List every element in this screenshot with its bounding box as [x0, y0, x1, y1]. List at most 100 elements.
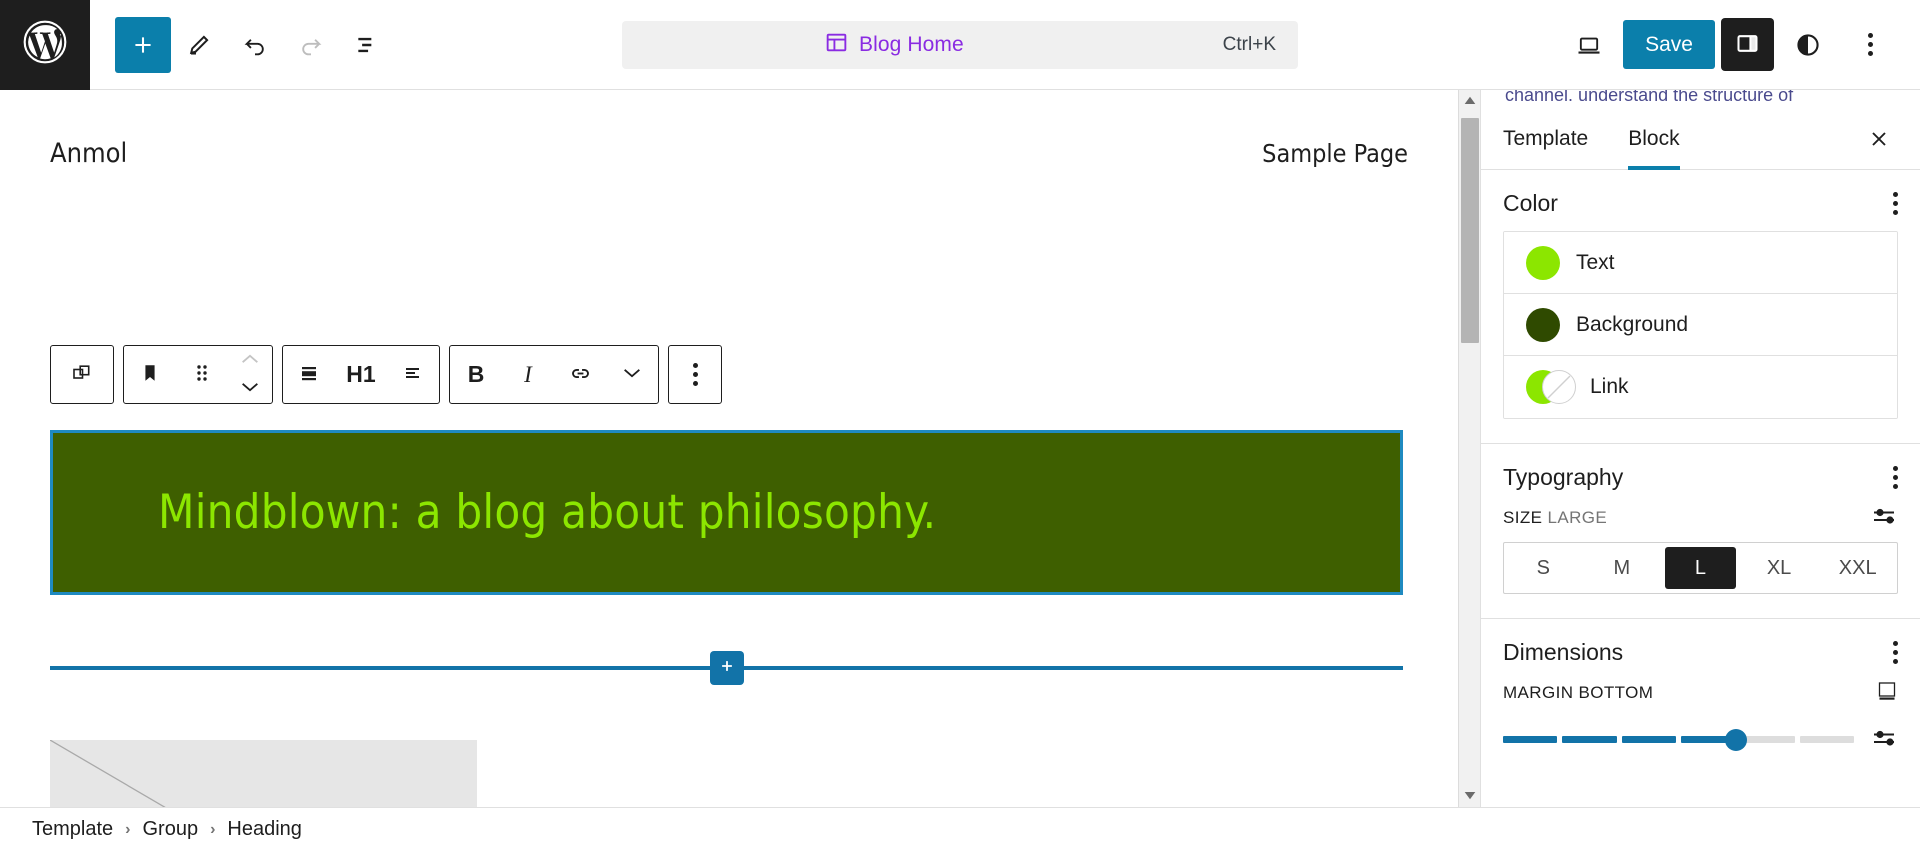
sidebar-panel-icon [1734, 30, 1761, 60]
color-panel-title: Color [1503, 190, 1558, 216]
more-rich-text-button[interactable] [606, 346, 658, 403]
font-size-option-l[interactable]: L [1665, 547, 1736, 589]
scroll-down-button[interactable] [1459, 785, 1481, 807]
editor-canvas-wrapper: Anmol Sample Page H1 B I Mindblown: a bl… [0, 90, 1480, 807]
drag-dots-icon [192, 362, 212, 387]
align-text-button[interactable] [387, 346, 439, 403]
typography-panel-title: Typography [1503, 464, 1624, 490]
move-up-button[interactable] [232, 348, 268, 374]
edit-tool-button[interactable] [171, 17, 227, 73]
heading-block[interactable]: Mindblown: a blog about philosophy. [50, 430, 1403, 595]
breadcrumb-item-template[interactable]: Template [32, 818, 113, 841]
tab-block[interactable]: Block [1628, 112, 1680, 170]
scrollbar-track[interactable] [1459, 112, 1480, 785]
font-size-custom-button[interactable] [1872, 505, 1898, 530]
sliders-icon [1872, 727, 1898, 752]
color-swatch-text [1526, 245, 1560, 280]
color-swatch-link [1526, 370, 1576, 404]
italic-label: I [524, 361, 532, 387]
document-title: Blog Home [859, 32, 964, 56]
plus-icon [718, 657, 736, 680]
breadcrumb-item-group[interactable]: Group [142, 818, 198, 841]
color-row-link[interactable]: Link [1504, 356, 1897, 418]
font-size-option-xxl[interactable]: XXL [1822, 547, 1893, 589]
margin-bottom-slider[interactable] [1503, 728, 1854, 751]
heading-block-text[interactable]: Mindblown: a blog about philosophy. [53, 485, 936, 540]
heading-level-icon [297, 361, 321, 388]
editor-header: Blog Home Ctrl+K Save [0, 0, 1920, 90]
block-inserter-button[interactable] [709, 651, 744, 685]
site-header: Anmol Sample Page [0, 90, 1458, 169]
redo-button[interactable] [283, 17, 339, 73]
close-sidebar-button[interactable] [1860, 122, 1898, 160]
heading-level-button[interactable] [283, 346, 335, 403]
heading-level-label-button[interactable]: H1 [335, 346, 387, 403]
plus-icon [130, 32, 156, 58]
document-title-group[interactable]: Blog Home [824, 30, 964, 60]
block-inserter-line [50, 651, 1403, 685]
margin-bottom-slider-row [1503, 727, 1898, 752]
block-movers [228, 348, 272, 402]
color-row-text-label: Text [1576, 250, 1615, 274]
tab-template[interactable]: Template [1503, 112, 1588, 170]
drag-handle[interactable] [176, 346, 228, 403]
block-type-button[interactable] [124, 346, 176, 403]
document-bar[interactable]: Blog Home Ctrl+K [622, 20, 1298, 69]
color-row-link-label: Link [1590, 375, 1629, 398]
image-placeholder[interactable] [50, 740, 477, 807]
rich-text-group: B I [449, 345, 659, 404]
italic-button[interactable]: I [502, 346, 554, 403]
kebab-menu-icon [1893, 192, 1898, 215]
block-format-group: H1 [282, 345, 440, 404]
dimensions-panel-title: Dimensions [1503, 639, 1624, 665]
breadcrumb-item-heading[interactable]: Heading [227, 818, 302, 841]
margin-bottom-custom-button[interactable] [1872, 727, 1898, 752]
chevron-down-icon [239, 380, 261, 397]
settings-sidebar-toggle[interactable] [1721, 18, 1774, 71]
list-view-button[interactable] [339, 17, 395, 73]
select-parent-block-button[interactable] [51, 346, 113, 403]
contrast-circle-icon [1794, 31, 1822, 59]
scroll-up-button[interactable] [1459, 90, 1481, 112]
font-size-label: SIZE LARGE [1503, 507, 1608, 527]
undo-button[interactable] [227, 17, 283, 73]
color-panel-options-button[interactable] [1893, 192, 1898, 215]
header-actions: Save [1561, 17, 1920, 73]
scrollbar-thumb[interactable] [1461, 118, 1479, 343]
styles-button[interactable] [1780, 17, 1836, 73]
breadcrumb-separator: › [210, 820, 216, 838]
color-panel-header: Color [1503, 190, 1898, 217]
site-nav-item-sample-page[interactable]: Sample Page [1262, 139, 1408, 168]
margin-bottom-label-row: MARGIN BOTTOM [1503, 680, 1898, 705]
sidebar-tabs: Template Block [1481, 112, 1920, 170]
dimensions-panel: Dimensions MARGIN BOTTOM [1481, 619, 1920, 776]
margin-bottom-slider-thumb[interactable] [1725, 728, 1748, 751]
clipped-overflow-text: channel. understand the structure of [1505, 90, 1794, 105]
canvas-scrollbar[interactable] [1458, 90, 1480, 807]
settings-sidebar: channel. understand the structure of Tem… [1480, 90, 1920, 807]
dimensions-panel-options-button[interactable] [1893, 641, 1898, 664]
typography-panel-header: Typography [1503, 464, 1898, 491]
add-block-button[interactable] [115, 16, 171, 73]
color-row-background[interactable]: Background [1504, 294, 1897, 356]
link-button[interactable] [554, 346, 606, 403]
preview-button[interactable] [1561, 17, 1617, 73]
save-button[interactable]: Save [1623, 20, 1715, 69]
margin-bottom-side-button[interactable] [1876, 680, 1898, 705]
typography-panel-options-button[interactable] [1893, 466, 1898, 489]
pencil-icon [186, 32, 212, 58]
command-shortcut: Ctrl+K [1222, 33, 1276, 55]
color-options-list: Text Background Link [1503, 231, 1898, 419]
move-down-button[interactable] [232, 376, 268, 402]
more-options-button[interactable] [1842, 17, 1898, 73]
block-options-group [668, 345, 722, 404]
font-size-option-s[interactable]: S [1508, 547, 1579, 589]
font-size-option-xl[interactable]: XL [1743, 547, 1815, 589]
font-size-option-m[interactable]: M [1586, 547, 1658, 589]
wordpress-logo-button[interactable] [0, 0, 90, 90]
editor-canvas[interactable]: Anmol Sample Page H1 B I Mindblown: a bl… [0, 90, 1458, 807]
bold-button[interactable]: B [450, 346, 502, 403]
block-options-button[interactable] [669, 346, 721, 403]
color-row-text[interactable]: Text [1504, 232, 1897, 294]
breadcrumb-separator: › [125, 820, 131, 838]
